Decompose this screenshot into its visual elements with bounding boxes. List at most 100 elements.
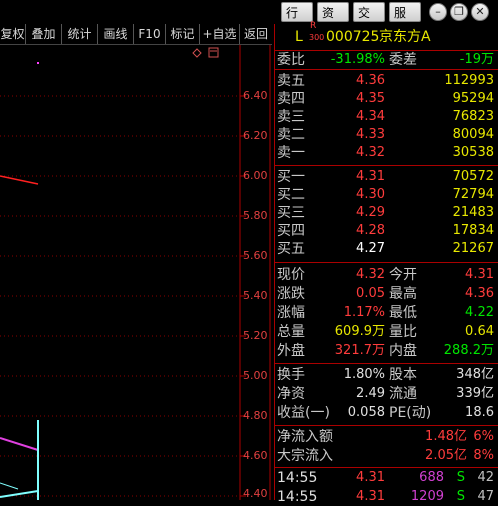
field-value: 288.2万 bbox=[443, 343, 494, 358]
field-value: 4.31 bbox=[356, 169, 385, 184]
field-label: 卖三 bbox=[277, 109, 305, 125]
field-value: 6% bbox=[473, 429, 494, 444]
y-tick-label: 4.60 bbox=[243, 449, 268, 462]
field-value: 4.33 bbox=[356, 127, 385, 142]
quote-row: 总量 609.9万 量比 0.64 bbox=[275, 323, 497, 341]
toolbar-zixuan[interactable]: +自选 bbox=[200, 24, 240, 44]
weibi-row: 委比 -31.98% 委差 -19万 bbox=[275, 51, 497, 69]
field-value: 47 bbox=[477, 489, 494, 504]
y-tick-label: 5.40 bbox=[243, 289, 268, 302]
field-value: 4.30 bbox=[356, 187, 385, 202]
field-value: 1.17% bbox=[343, 305, 385, 320]
sell-row[interactable]: 卖三 4.34 76823 bbox=[275, 108, 497, 126]
buy-row[interactable]: 买四 4.28 17834 bbox=[275, 222, 497, 240]
field-value: 4.31 bbox=[465, 267, 494, 282]
y-tick-label: 5.80 bbox=[243, 209, 268, 222]
field-label: 涨跌 bbox=[277, 286, 305, 302]
weicha-label: 委差 bbox=[389, 52, 417, 68]
stock-header: L R 300 000725 京东方A bbox=[275, 21, 497, 48]
toolbar-fuquan[interactable]: 复权 bbox=[0, 24, 26, 44]
toolbar-diejia[interactable]: 叠加 bbox=[26, 24, 62, 44]
field-label: 总量 bbox=[277, 324, 305, 340]
field-label: 卖五 bbox=[277, 73, 305, 89]
field-label: 14:55 bbox=[277, 470, 318, 486]
toolbar-biaoji[interactable]: 标记 bbox=[166, 24, 200, 44]
field-value: 70572 bbox=[452, 169, 494, 184]
tab-zixun[interactable]: 资讯 bbox=[317, 2, 349, 40]
field-value: 2.49 bbox=[356, 386, 385, 401]
field-value: 17834 bbox=[452, 223, 494, 238]
field-value: 348亿 bbox=[456, 367, 494, 382]
field-value: 4.32 bbox=[356, 145, 385, 160]
buy-row[interactable]: 买五 4.27 21267 bbox=[275, 240, 497, 258]
field-value: 72794 bbox=[452, 187, 494, 202]
field-label: 换手 bbox=[277, 367, 305, 383]
field-value: 0.64 bbox=[465, 324, 494, 339]
tick-row: 14:55 4.31 688 S 42 bbox=[275, 469, 497, 487]
field-value: 1209 bbox=[410, 489, 444, 504]
tab-hangqing[interactable]: 行情 bbox=[281, 2, 313, 40]
quote-row: 外盘 321.7万 内盘 288.2万 bbox=[275, 342, 497, 360]
field-label: 买三 bbox=[277, 205, 305, 221]
y-tick-label: 6.00 bbox=[243, 169, 268, 182]
weibi-value: -31.98% bbox=[330, 52, 385, 67]
field-value: 0.058 bbox=[347, 405, 385, 420]
field-value: 1.48亿 bbox=[425, 429, 467, 444]
field-value: 42 bbox=[477, 470, 494, 485]
field-label: 大宗流入 bbox=[277, 448, 333, 464]
quote-panel: L R 300 000725 京东方A 委比 -31.98% 委差 -19万 卖… bbox=[274, 21, 498, 505]
field-label: 买五 bbox=[277, 241, 305, 257]
field-label: 净流入额 bbox=[277, 429, 333, 445]
y-tick-label: 5.00 bbox=[243, 369, 268, 382]
field-label: 现价 bbox=[277, 267, 305, 283]
field-label: 卖二 bbox=[277, 127, 305, 143]
field-value: PE(动) bbox=[389, 405, 432, 421]
field-value: 688 bbox=[419, 470, 444, 485]
field-value: 股本 bbox=[389, 367, 417, 383]
toolbar-tongji[interactable]: 统计 bbox=[62, 24, 98, 44]
field-label: 外盘 bbox=[277, 343, 305, 359]
field-value: 4.27 bbox=[356, 241, 385, 256]
toolbar-f10[interactable]: F10 bbox=[134, 24, 166, 44]
badge-top: R bbox=[310, 21, 317, 31]
field-value: 最高 bbox=[389, 286, 417, 302]
close-icon[interactable]: ✕ bbox=[471, 3, 489, 21]
ma-line-red bbox=[0, 175, 39, 185]
flow-row: 净流入额 1.48亿 6% bbox=[275, 428, 497, 446]
field-value: 8% bbox=[473, 448, 494, 463]
field-value: 4.32 bbox=[356, 267, 385, 282]
field-value: 1.80% bbox=[343, 367, 385, 382]
buy-row[interactable]: 买一 4.31 70572 bbox=[275, 168, 497, 186]
price-chart[interactable]: 6.40 6.20 6.00 5.80 5.60 5.40 5.20 5.00 … bbox=[0, 45, 272, 500]
field-value: S bbox=[456, 470, 465, 485]
diamond-icon bbox=[192, 48, 202, 58]
buy-row[interactable]: 买三 4.29 21483 bbox=[275, 204, 497, 222]
minimize-icon[interactable]: – bbox=[429, 3, 447, 21]
y-tick-label: 5.20 bbox=[243, 329, 268, 342]
field-value: 4.28 bbox=[356, 223, 385, 238]
toolbar-huaxian[interactable]: 画线 bbox=[98, 24, 134, 44]
field-label: 买一 bbox=[277, 169, 305, 185]
field-value: S bbox=[456, 489, 465, 504]
field-value: 4.36 bbox=[356, 73, 385, 88]
sell-row[interactable]: 卖一 4.32 30538 bbox=[275, 144, 497, 162]
sell-row[interactable]: 卖四 4.35 95294 bbox=[275, 90, 497, 108]
field-value: 21267 bbox=[452, 241, 494, 256]
field-label: 买二 bbox=[277, 187, 305, 203]
weibi-label: 委比 bbox=[277, 52, 305, 68]
tab-fuwu[interactable]: 服务 bbox=[389, 2, 421, 40]
toolbar-fanhui[interactable]: 返回 bbox=[240, 24, 272, 44]
field-label: 卖一 bbox=[277, 145, 305, 161]
field-value: 112993 bbox=[444, 73, 494, 88]
field-value: 4.31 bbox=[356, 489, 385, 504]
y-tick-label: 5.60 bbox=[243, 249, 268, 262]
restore-icon[interactable]: ❐ bbox=[450, 3, 468, 21]
sell-row[interactable]: 卖五 4.36 112993 bbox=[275, 72, 497, 90]
fund-row: 净资 2.49 流通 339亿 bbox=[275, 385, 497, 403]
tab-jiaoyi[interactable]: 交易 bbox=[353, 2, 385, 40]
field-value: 4.22 bbox=[465, 305, 494, 320]
field-value: 量比 bbox=[389, 324, 417, 340]
buy-row[interactable]: 买二 4.30 72794 bbox=[275, 186, 497, 204]
sell-row[interactable]: 卖二 4.33 80094 bbox=[275, 126, 497, 144]
field-value: 4.35 bbox=[356, 91, 385, 106]
